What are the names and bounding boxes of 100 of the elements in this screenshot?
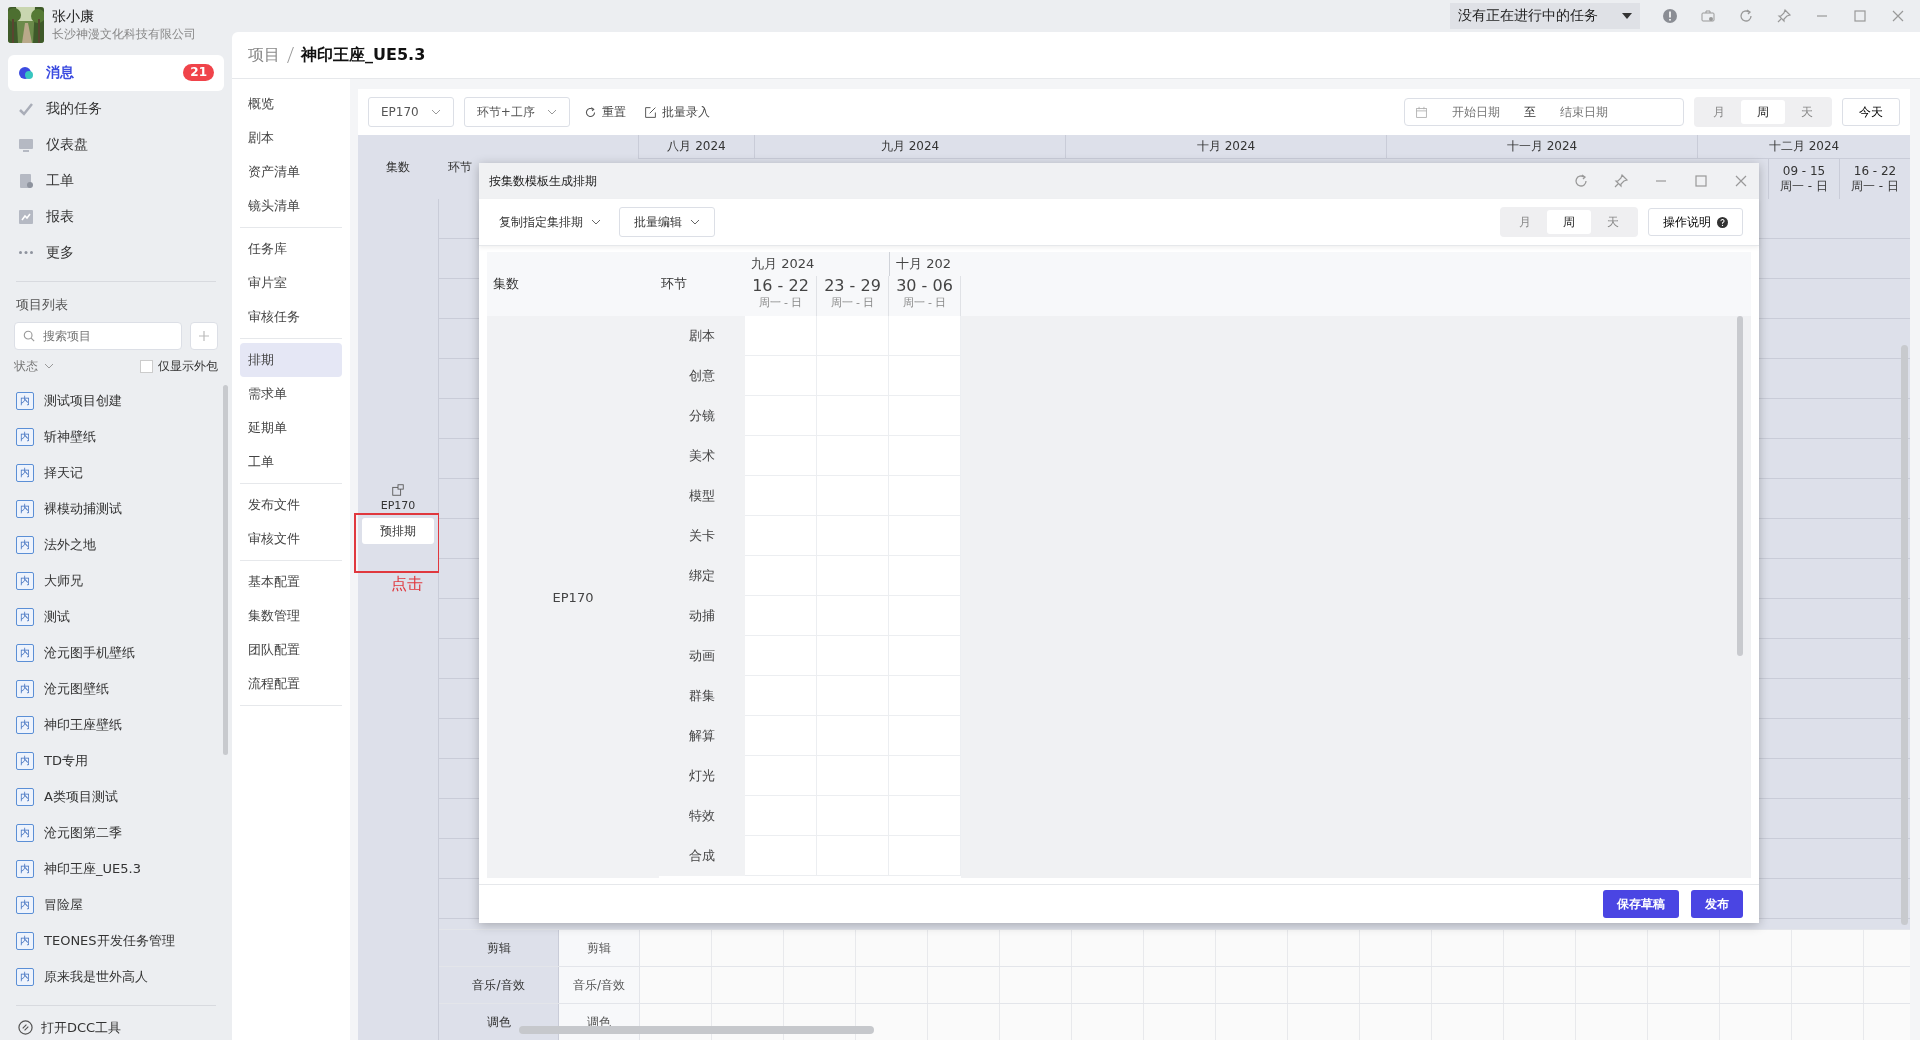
subnav-item[interactable]: 延期单 [240,411,342,445]
close-icon[interactable] [1733,173,1749,189]
view-tab[interactable]: 周 [1741,100,1785,124]
subnav-item[interactable]: 排期 [240,343,342,377]
horizontal-scrollbar[interactable] [519,1026,874,1034]
reset-button[interactable]: 重置 [579,103,630,121]
project-tag: 内 [16,931,34,950]
subnav-item[interactable]: 审核任务 [240,300,342,334]
maximize-icon[interactable] [1693,173,1709,189]
maximize-icon[interactable] [1852,8,1868,24]
project-tag: 内 [16,463,34,482]
project-item[interactable]: TD专用 [44,751,88,770]
save-draft-button[interactable]: 保存草稿 [1603,890,1679,918]
column-header: 环节 [447,158,472,176]
subnav-item[interactable]: 概览 [240,87,342,121]
dcc-tool-link[interactable]: 打开DCC工具 [41,1018,122,1037]
nav-item[interactable]: 消息 21 [8,54,224,91]
project-item[interactable]: 神印王座_UE5.3 [44,859,141,878]
project-tag: 内 [16,715,34,734]
stage-cell: 特效 [659,796,745,836]
batch-entry-button[interactable]: 批量录入 [639,103,714,121]
project-item[interactable]: 择天记 [44,463,83,482]
subnav-item[interactable]: 镜头清单 [240,189,342,223]
project-item[interactable]: 原来我是世外高人 [44,967,148,986]
refresh-icon[interactable] [1738,8,1754,24]
episode-label: EP170 [380,499,416,512]
search-field[interactable]: 搜索项目 [14,321,182,350]
project-item[interactable]: 测试 [44,607,70,626]
project-item[interactable]: 裸模动捕测试 [44,499,122,518]
stage-cell: 剧本 [659,316,745,356]
help-button[interactable]: 操作说明 [1648,208,1743,236]
status-filter[interactable]: 状态 [14,357,54,375]
subnav-item[interactable]: 基本配置 [240,565,342,599]
episode-select[interactable]: EP170 [368,97,454,127]
today-button[interactable]: 今天 [1842,98,1900,126]
project-item[interactable]: 沧元图壁纸 [44,679,109,698]
copy-schedule-menu[interactable]: 复制指定集排期 [491,213,609,231]
task-dropdown[interactable]: 没有正在进行中的任务 [1450,3,1640,29]
nav-item[interactable]: 工单 [8,162,224,199]
window-icon[interactable] [391,483,405,497]
subnav-item[interactable]: 审片室 [240,266,342,300]
breadcrumb-link[interactable]: 项目 [248,44,280,66]
subnav-item[interactable]: 需求单 [240,377,342,411]
mode-select[interactable]: 环节+工序 [463,97,570,127]
user-name: 张小康 [52,7,95,26]
project-item[interactable]: A类项目测试 [44,787,118,806]
project-item[interactable]: 沧元图第二季 [44,823,122,842]
page-title: 神印王座_UE5.3 [301,44,426,66]
nav-item[interactable]: 我的任务 [8,90,224,127]
date-range-field[interactable]: 开始日期 至 结束日期 [1404,98,1684,126]
batch-edit-select[interactable]: 批量编辑 [619,207,715,237]
more-icon [19,251,33,255]
schedule-cell[interactable] [889,316,961,356]
subnav-item[interactable]: 工单 [240,445,342,479]
nav-item[interactable]: 仪表盘 [8,126,224,163]
subnav-item[interactable]: 流程配置 [240,667,342,701]
outsource-checkbox[interactable]: 仅显示外包 [140,357,218,375]
stage-cell: 合成 [659,836,745,876]
project-tag: 内 [16,859,34,878]
pin-icon[interactable] [1776,8,1792,24]
project-item[interactable]: 神印王座壁纸 [44,715,122,734]
subnav-item[interactable]: 集数管理 [240,599,342,633]
project-item[interactable]: 大师兄 [44,571,83,590]
add-button[interactable] [190,321,218,350]
nav-item[interactable]: 更多 [8,234,224,271]
pre-schedule-button[interactable]: 预排期 [362,518,434,544]
pin-icon[interactable] [1613,173,1629,189]
project-tag: 内 [16,643,34,662]
schedule-cell[interactable] [745,316,817,356]
project-item[interactable]: 沧元图手机壁纸 [44,643,135,662]
link-icon [18,1020,33,1036]
project-tag: 内 [16,679,34,698]
project-item[interactable]: 测试项目创建 [44,391,122,410]
column-header: 环节 [660,275,688,293]
schedule-cell[interactable] [817,316,889,356]
column-header: 集数 [492,275,520,293]
subnav-item[interactable]: 资产清单 [240,155,342,189]
subnav-item[interactable]: 发布文件 [240,488,342,522]
publish-button[interactable]: 发布 [1691,890,1743,918]
toolbox-icon[interactable] [1700,8,1716,24]
project-item[interactable]: 冒险屋 [44,895,83,914]
nav-item[interactable]: 报表 [8,198,224,235]
project-item[interactable]: TEONES开发任务管理 [44,931,175,950]
subnav-item[interactable]: 剧本 [240,121,342,155]
info-icon[interactable] [1662,8,1678,24]
stage-cell: 灯光 [659,756,745,796]
close-icon[interactable] [1890,8,1906,24]
view-tab[interactable]: 周 [1547,210,1591,234]
scrollbar-icon[interactable] [1901,345,1908,925]
search-icon [23,329,35,342]
subnav-item[interactable]: 审核文件 [240,522,342,556]
subnav-item[interactable]: 团队配置 [240,633,342,667]
subnav-item[interactable]: 任务库 [240,232,342,266]
question-icon [1717,216,1728,228]
refresh-icon[interactable] [1573,173,1589,189]
project-item[interactable]: 法外之地 [44,535,96,554]
project-item[interactable]: 斩神壁纸 [44,427,96,446]
scrollbar-icon[interactable] [223,384,228,755]
stage-cell: 创意 [659,356,745,396]
scrollbar-icon[interactable] [1737,316,1743,656]
